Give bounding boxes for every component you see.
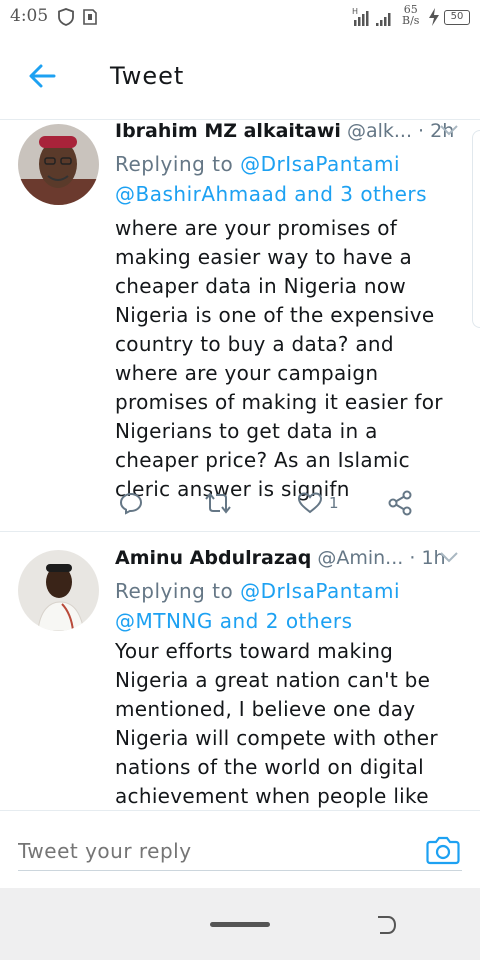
mention-link[interactable]: @DrIsaPantami bbox=[240, 579, 400, 603]
separator: · bbox=[418, 120, 425, 142]
status-time: 4:05 bbox=[10, 6, 49, 26]
author-handle[interactable]: @alk... bbox=[347, 120, 412, 142]
tweet-header: Ibrahim MZ alkaitawi @alk... · 2h bbox=[115, 120, 464, 142]
like-button[interactable]: 1 bbox=[297, 488, 339, 518]
signal-icon: H bbox=[352, 7, 391, 26]
reply-composer bbox=[0, 810, 480, 888]
battery-icon: 50 bbox=[444, 10, 470, 25]
author-handle[interactable]: @Amin... bbox=[317, 547, 403, 569]
system-back-icon[interactable] bbox=[374, 914, 398, 936]
reply-input[interactable] bbox=[18, 831, 462, 871]
replying-prefix: Replying to bbox=[115, 152, 234, 176]
shield-icon bbox=[58, 8, 74, 26]
scrollbar[interactable] bbox=[472, 130, 480, 328]
share-button[interactable] bbox=[387, 488, 413, 518]
tweet-text: where are your promises of making easier… bbox=[115, 216, 443, 501]
mention-others-link[interactable]: @BashirAhmaad and 3 others bbox=[115, 182, 427, 206]
battery-level: 50 bbox=[450, 11, 464, 22]
author-name[interactable]: Ibrahim MZ alkaitawi bbox=[115, 120, 341, 142]
reply-button[interactable] bbox=[119, 488, 143, 518]
reply-feed[interactable]: Ibrahim MZ alkaitawi @alk... · 2h Replyi… bbox=[0, 120, 480, 810]
system-nav-bar bbox=[0, 888, 480, 960]
mention-others-link[interactable]: @MTNNG and 2 others bbox=[115, 609, 353, 633]
mention-link[interactable]: @DrIsaPantami bbox=[240, 152, 400, 176]
chevron-down-icon[interactable] bbox=[440, 124, 458, 136]
app-header: Tweet bbox=[0, 36, 480, 120]
network-speed: 65 B/s bbox=[402, 4, 419, 26]
home-gesture-pill[interactable] bbox=[210, 922, 270, 927]
tweet-item[interactable]: Aminu Abdulrazaq @Amin... · 1h Replying … bbox=[0, 532, 480, 810]
avatar[interactable] bbox=[18, 124, 99, 205]
tweet-text: Your efforts toward making Nigeria a gre… bbox=[115, 639, 438, 808]
replying-to: Replying to @DrIsaPantami @BashirAhmaad … bbox=[115, 149, 460, 209]
share-icon bbox=[388, 490, 412, 516]
tweet-header: Aminu Abdulrazaq @Amin... · 1h bbox=[115, 547, 464, 569]
tweet-actions: 1 bbox=[115, 488, 425, 518]
author-name[interactable]: Aminu Abdulrazaq bbox=[115, 547, 311, 569]
sim-icon bbox=[83, 9, 97, 25]
replying-to: Replying to @DrIsaPantami @MTNNG and 2 o… bbox=[115, 576, 460, 636]
avatar[interactable] bbox=[18, 550, 99, 631]
retweet-button[interactable] bbox=[203, 488, 233, 518]
arrow-left-icon[interactable] bbox=[26, 60, 58, 92]
retweet-icon bbox=[205, 492, 231, 514]
network-speed-unit: B/s bbox=[402, 14, 420, 27]
page-title: Tweet bbox=[110, 62, 185, 90]
like-count: 1 bbox=[329, 494, 339, 512]
replying-prefix: Replying to bbox=[115, 579, 234, 603]
reply-icon bbox=[119, 492, 143, 515]
heart-icon bbox=[297, 492, 323, 514]
status-bar: 4:05 H 65 B/s 50 bbox=[0, 0, 480, 36]
separator: · bbox=[409, 547, 416, 569]
chevron-down-icon[interactable] bbox=[440, 551, 458, 563]
camera-icon[interactable] bbox=[426, 835, 460, 865]
tweet-item[interactable]: Ibrahim MZ alkaitawi @alk... · 2h Replyi… bbox=[0, 120, 480, 532]
svg-text:H: H bbox=[352, 7, 358, 16]
charging-icon bbox=[429, 8, 439, 26]
